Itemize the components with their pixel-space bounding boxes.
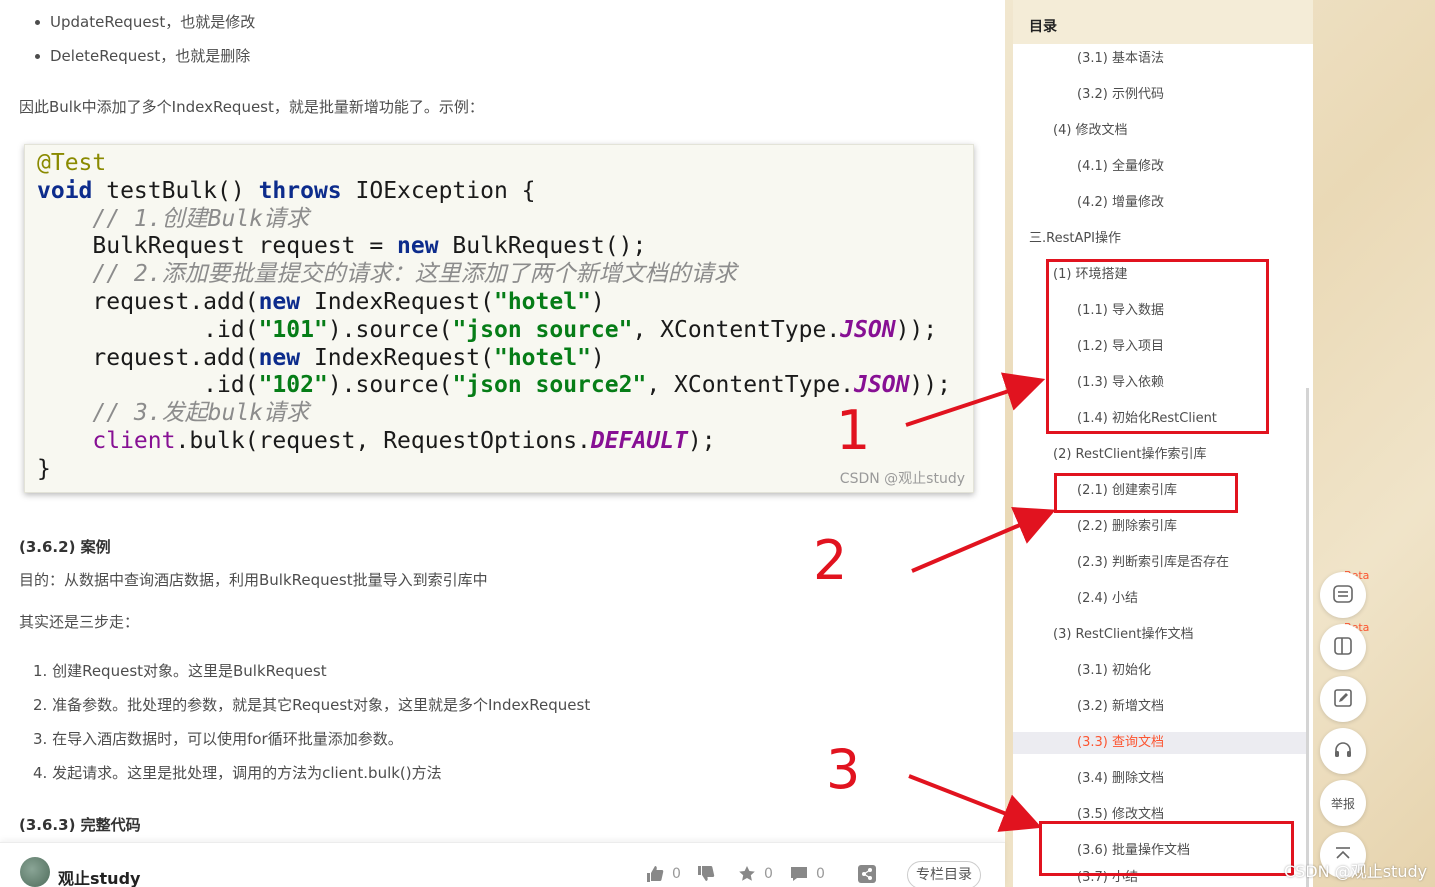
thumbs-up-icon [646, 865, 664, 883]
toc-item[interactable]: (2) RestClient操作索引库 [1053, 437, 1207, 473]
report-label: 举报 [1330, 796, 1355, 811]
column-catalog-button[interactable]: 专栏目录 [907, 861, 981, 887]
share-icon [858, 865, 876, 883]
list-item: 4. 发起请求。这里是批处理，调用的方法为client.bulk()方法 [33, 764, 442, 782]
like-count: 0 [672, 866, 681, 882]
toc-item[interactable]: (2.4) 小结 [1077, 581, 1138, 617]
annotation-number-1: 1 [836, 399, 871, 462]
comment-icon [790, 865, 808, 883]
list-item: 1. 创建Request对象。这里是BulkRequest [33, 662, 327, 680]
steps-list: 1. 创建Request对象。这里是BulkRequest 2. 准备参数。批处… [33, 660, 590, 796]
toc-item[interactable]: (3.4) 删除文档 [1077, 761, 1164, 797]
split-panel-icon [1332, 635, 1354, 660]
code-watermark: CSDN @观止study [839, 471, 965, 487]
toc-item-active[interactable]: (3.3) 查询文档 [1077, 725, 1164, 761]
chat-list-icon [1332, 583, 1354, 608]
toc-item[interactable]: (3.1) 基本语法 [1077, 41, 1164, 77]
section-heading-case: (3.6.2) 案例 [19, 538, 111, 556]
star-icon [738, 865, 756, 883]
headset-icon [1332, 739, 1354, 764]
page-watermark: CSDN @观止study [1284, 862, 1428, 881]
request-bullet-list: UpdateRequest，也就是修改 DeleteRequest，也就是删除 [32, 10, 255, 78]
share-button[interactable] [858, 865, 884, 883]
edit-icon [1332, 687, 1354, 712]
code-block: @Test void testBulk() throws IOException… [24, 144, 974, 493]
annotation-number-3: 3 [826, 738, 861, 801]
list-item: 2. 准备参数。批处理的参数，就是其它Request对象，这里就是多个Index… [33, 696, 591, 714]
edit-button[interactable] [1320, 676, 1366, 722]
toc-item[interactable]: (3.2) 示例代码 [1077, 77, 1164, 113]
list-item: UpdateRequest，也就是修改 [32, 10, 255, 44]
toc-item[interactable]: 三.RestAPI操作 [1029, 221, 1121, 257]
toc-item[interactable]: (3.2) 新增文档 [1077, 689, 1164, 725]
like-button[interactable]: 0 [646, 865, 681, 883]
comment-button[interactable]: 0 [790, 865, 825, 883]
star-count: 0 [764, 866, 773, 882]
avatar[interactable] [20, 857, 50, 887]
dislike-button[interactable] [697, 865, 723, 883]
annotation-number-2: 2 [813, 529, 848, 592]
toc-item[interactable]: (3) RestClient操作文档 [1053, 617, 1194, 653]
toc-item[interactable]: (2.2) 删除索引库 [1077, 509, 1177, 545]
toc-scrollbar[interactable] [1306, 388, 1309, 887]
list-item: DeleteRequest，也就是删除 [32, 44, 255, 78]
ai-assistant-button[interactable] [1320, 572, 1366, 618]
star-button[interactable]: 0 [738, 865, 773, 883]
split-view-button[interactable] [1320, 624, 1366, 670]
toc-item[interactable]: (4.1) 全量修改 [1077, 149, 1164, 185]
goal-paragraph: 目的：从数据中查询酒店数据，利用BulkRequest批量导入到索引库中 [19, 571, 488, 589]
list-item: 3. 在导入酒店数据时，可以使用for循环批量添加参数。 [33, 730, 403, 748]
toc-title: 目录 [1029, 19, 1057, 35]
thumbs-down-icon [697, 865, 715, 883]
author-name[interactable]: 观止study [58, 865, 140, 887]
code-text: @Test void testBulk() throws IOException… [37, 150, 951, 482]
article-toolbar: 观止study 0 0 0 专栏目录 [0, 842, 1005, 887]
toc-header [1013, 0, 1313, 44]
customer-service-button[interactable] [1320, 728, 1366, 774]
intro-paragraph: 因此Bulk中添加了多个IndexRequest，就是批量新增功能了。示例： [19, 98, 484, 116]
comment-count: 0 [816, 866, 825, 882]
toc-item[interactable]: (4) 修改文档 [1053, 113, 1128, 149]
annotation-box-1 [1046, 259, 1269, 434]
annotation-box-2 [1054, 473, 1238, 513]
annotation-box-3 [1039, 821, 1294, 876]
toc-item[interactable]: (3.1) 初始化 [1077, 653, 1151, 689]
toc-item[interactable]: (4.2) 增量修改 [1077, 185, 1164, 221]
three-steps-paragraph: 其实还是三步走： [19, 613, 140, 631]
toc-item[interactable]: (2.3) 判断索引库是否存在 [1077, 545, 1229, 581]
report-button[interactable]: 举报 [1320, 780, 1366, 826]
section-heading-full-code: (3.6.3) 完整代码 [19, 816, 141, 834]
